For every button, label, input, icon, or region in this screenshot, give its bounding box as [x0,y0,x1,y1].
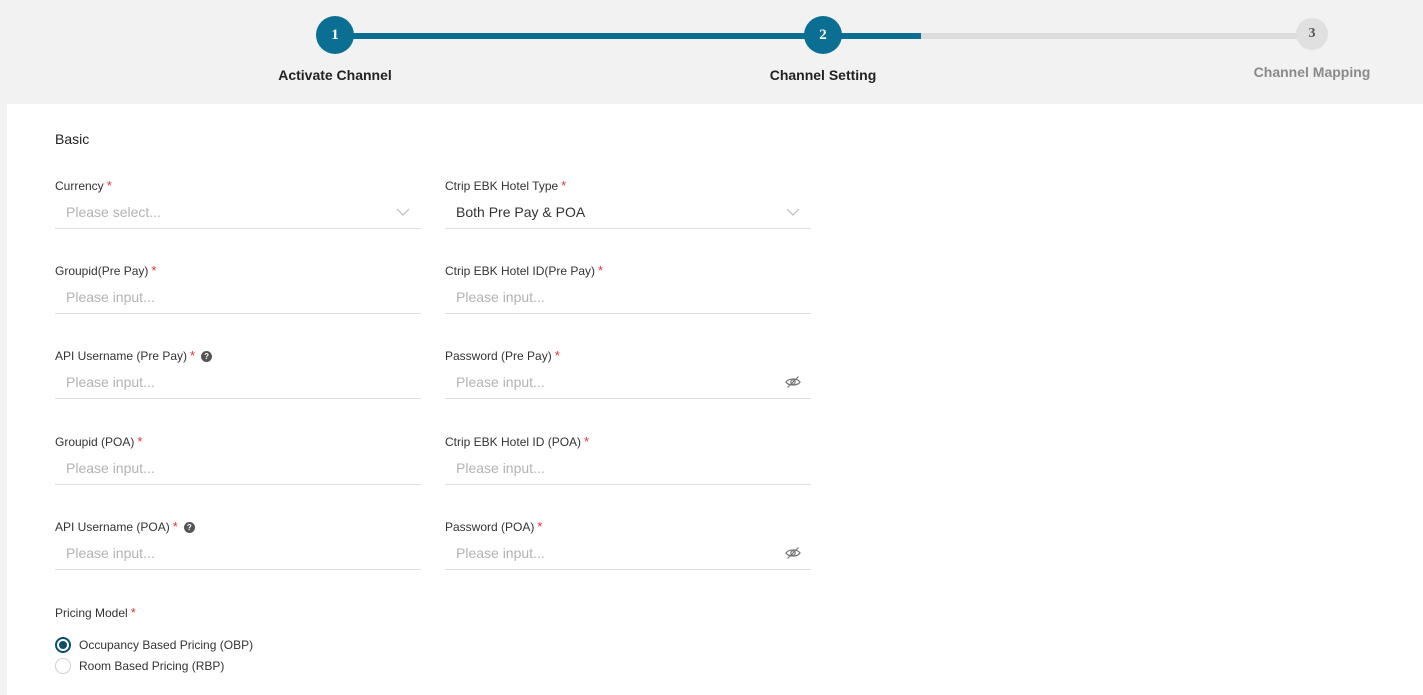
stepper: 1 Activate Channel 2 Channel Setting 3 C… [0,0,1423,104]
section-title: Basic [55,131,90,147]
api-username-prepay-field: API Username (Pre Pay) *? Please input... [55,348,421,399]
groupid-poa-field: Groupid (POA) * Please input... [55,434,421,485]
currency-field: Currency * Please select... [55,178,421,229]
hotel-type-label: Ctrip EBK Hotel Type [445,179,559,193]
groupid-prepay-placeholder: Please input... [66,289,155,305]
hotel-id-poa-label: Ctrip EBK Hotel ID (POA) [445,435,582,449]
hotel-id-prepay-field: Ctrip EBK Hotel ID(Pre Pay) * Please inpu… [445,263,811,314]
api-username-prepay-placeholder: Please input... [66,374,155,390]
api-username-poa-placeholder: Please input... [66,545,155,561]
hotel-id-prepay-placeholder: Please input... [456,289,545,305]
question-circle-icon[interactable]: ? [183,521,195,533]
required-mark: * [561,178,567,193]
groupid-poa-input[interactable]: Please input... [55,452,421,485]
groupid-poa-label: Groupid (POA) [55,435,135,449]
radio-obp[interactable] [55,636,71,653]
required-mark: * [172,519,178,534]
hotel-id-poa-placeholder: Please input... [456,460,545,476]
step-1-label[interactable]: Activate Channel [278,67,392,83]
question-circle-icon[interactable]: ? [201,350,213,362]
password-prepay-placeholder: Please input... [456,374,545,390]
required-mark: * [537,519,543,534]
currency-placeholder: Please select... [66,204,161,220]
step-3-circle[interactable]: 3 [1296,18,1328,50]
radio-rbp[interactable] [55,657,71,674]
required-mark: * [190,348,196,363]
hotel-id-poa-field: Ctrip EBK Hotel ID (POA) * Please input..… [445,434,811,485]
step-1-number: 1 [331,26,339,43]
step-2-label[interactable]: Channel Setting [770,67,877,83]
required-mark: * [137,434,143,449]
chevron-down-icon [785,204,801,220]
password-prepay-field: Password (Pre Pay) * Please input... [445,348,811,399]
password-prepay-input[interactable]: Please input... [445,366,811,399]
groupid-prepay-label: Groupid(Pre Pay) [55,264,149,278]
pricing-model-field: Pricing Model * [55,605,421,621]
radio-option-rbp[interactable]: Room Based Pricing (RBP) [55,655,253,676]
password-poa-label: Password (POA) [445,520,535,534]
password-poa-field: Password (POA) * Please input... [445,519,811,570]
channel-settings-card: Basic Currency * Please select... Ctrip E… [7,104,1423,695]
api-username-prepay-label: API Username (Pre Pay) [55,349,188,363]
step-3-label[interactable]: Channel Mapping [1254,64,1371,80]
required-mark: * [554,348,560,363]
groupid-poa-placeholder: Please input... [66,460,155,476]
currency-label: Currency [55,179,104,193]
api-username-poa-label: API Username (POA) [55,520,170,534]
pricing-model-label: Pricing Model [55,606,128,620]
step-1-circle[interactable]: 1 [316,16,354,54]
required-mark: * [584,434,590,449]
hotel-id-poa-input[interactable]: Please input... [445,452,811,485]
required-mark: * [130,605,136,620]
required-mark: * [151,263,157,278]
api-username-poa-input[interactable]: Please input... [55,537,421,570]
required-mark: * [598,263,604,278]
step-3-number: 3 [1308,26,1316,41]
hotel-id-prepay-input[interactable]: Please input... [445,281,811,314]
pricing-model-radio-group: Occupancy Based Pricing (OBP) Room Based… [55,634,253,676]
eye-slash-icon[interactable] [785,545,801,561]
api-username-prepay-input[interactable]: Please input... [55,366,421,399]
password-poa-placeholder: Please input... [456,545,545,561]
chevron-down-icon [395,204,411,220]
radio-option-obp[interactable]: Occupancy Based Pricing (OBP) [55,634,253,655]
hotel-id-prepay-label: Ctrip EBK Hotel ID(Pre Pay) [445,264,596,278]
hotel-type-value: Both Pre Pay & POA [456,204,586,220]
password-prepay-label: Password (Pre Pay) [445,349,552,363]
groupid-prepay-input[interactable]: Please input... [55,281,421,314]
hotel-type-field: Ctrip EBK Hotel Type * Both Pre Pay & POA [445,178,811,229]
password-poa-input[interactable]: Please input... [445,537,811,570]
currency-select[interactable]: Please select... [55,196,421,229]
required-mark: * [106,178,112,193]
radio-obp-label: Occupancy Based Pricing (OBP) [79,637,254,652]
eye-slash-icon[interactable] [785,374,801,390]
hotel-type-select[interactable]: Both Pre Pay & POA [445,196,811,229]
groupid-prepay-field: Groupid(Pre Pay) * Please input... [55,263,421,314]
step-2-circle[interactable]: 2 [804,16,842,54]
radio-rbp-label: Room Based Pricing (RBP) [79,658,225,673]
api-username-poa-field: API Username (POA) *? Please input... [55,519,421,570]
step-2-number: 2 [819,26,827,43]
stepper-progress-remaining [921,33,1312,39]
